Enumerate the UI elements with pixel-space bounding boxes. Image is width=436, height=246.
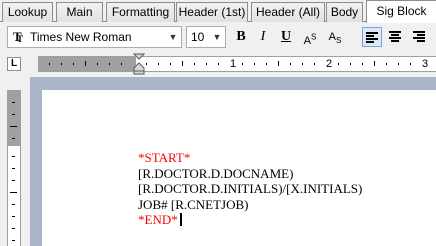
tab-header-all[interactable]: Header (All) [251,2,325,22]
job-line: JOB# [R.CNETJOB) [138,196,249,212]
align-right-icon [413,31,425,43]
docname-line: [R.DOCTOR.D.DOCNAME) [138,165,294,181]
font-name-select[interactable]: T T Times New Roman ▼ [7,26,182,48]
italic-button[interactable]: I [253,27,273,47]
vertical-ruler[interactable] [7,90,21,246]
font-size-select[interactable]: 10 ▼ [186,26,226,48]
tab-header-1st[interactable]: Header (1st) [176,2,248,22]
superscript-label: AS [303,32,317,47]
chevron-down-icon[interactable]: ▼ [165,27,181,47]
tab-stop-selector[interactable]: L [7,57,21,71]
formatting-toolbar: T T Times New Roman ▼ 10 ▼ B I U AS AS [0,23,436,51]
bold-button[interactable]: B [231,27,251,47]
sig-block-text[interactable]: *START* [R.DOCTOR.D.DOCNAME) [R.DOCTOR.D… [138,150,362,228]
indent-marker-icon[interactable] [133,53,145,75]
end-marker-line: *END* [138,212,178,227]
document-page[interactable]: *START* [R.DOCTOR.D.DOCNAME) [R.DOCTOR.D… [42,90,436,246]
font-name-value: Times New Roman [30,30,132,44]
align-right-button[interactable] [410,27,430,47]
tab-sig-block[interactable]: Sig Block [366,0,436,23]
tab-body[interactable]: Body [326,2,363,22]
text-caret [179,213,182,226]
tab-strip: Lookup Main Formatting Header (1st) Head… [0,0,436,23]
document-area: *START* [R.DOCTOR.D.DOCNAME) [R.DOCTOR.D… [30,77,436,246]
align-center-icon [389,31,401,43]
tab-formatting[interactable]: Formatting [106,2,175,22]
ruler-number: 1 [230,58,237,70]
align-center-button[interactable] [386,27,406,47]
vertical-ruler-ticks [10,102,17,241]
tab-main[interactable]: Main [56,2,103,22]
underline-button[interactable]: U [276,27,296,47]
ruler-row: L 1 2 3 [0,51,436,77]
align-left-button[interactable] [362,27,382,47]
align-left-icon [366,32,378,44]
end-marker-row: *END* [138,212,362,228]
subscript-label: AS [328,31,342,46]
subscript-button[interactable]: AS [323,27,347,47]
vertical-ruler-wrap [0,77,30,246]
ruler-ticks [49,61,411,66]
ruler-number: 3 [422,58,429,70]
chevron-down-icon[interactable]: ▼ [209,27,225,47]
tab-lookup[interactable]: Lookup [2,2,53,22]
horizontal-ruler[interactable]: 1 2 3 [38,56,436,72]
ruler-number: 2 [326,58,333,70]
initials-line: [R.DOCTOR.D.INITIALS)/[X.INITIALS) [138,181,363,196]
start-marker-line: *START* [138,150,191,165]
font-size-value: 10 [191,30,205,44]
truetype-font-icon-overlay: T [17,34,24,44]
superscript-button[interactable]: AS [298,27,322,47]
